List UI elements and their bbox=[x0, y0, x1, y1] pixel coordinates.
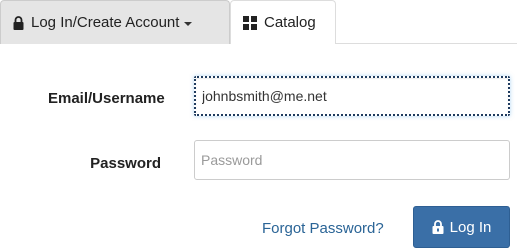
password-label: Password bbox=[90, 155, 161, 172]
catalog-tab[interactable]: Catalog bbox=[230, 0, 336, 44]
catalog-tab-label: Catalog bbox=[264, 14, 316, 31]
login-button-label: Log In bbox=[449, 218, 492, 236]
login-tab-label: Log In/Create Account bbox=[31, 14, 180, 31]
lock-icon bbox=[13, 15, 24, 30]
forgot-password-link[interactable]: Forgot Password? bbox=[262, 220, 384, 237]
login-button[interactable]: Log In bbox=[413, 206, 510, 248]
login-create-account-dropdown[interactable]: Log In/Create Account bbox=[0, 0, 230, 44]
top-nav: Log In/Create Account Catalog bbox=[0, 0, 336, 44]
email-label: Email/Username bbox=[48, 90, 165, 107]
caret-down-icon bbox=[184, 21, 193, 26]
nav-divider bbox=[336, 43, 517, 44]
grid-icon bbox=[243, 15, 257, 30]
email-input[interactable] bbox=[194, 76, 510, 116]
lock-icon bbox=[432, 220, 444, 234]
password-input[interactable] bbox=[194, 140, 510, 180]
